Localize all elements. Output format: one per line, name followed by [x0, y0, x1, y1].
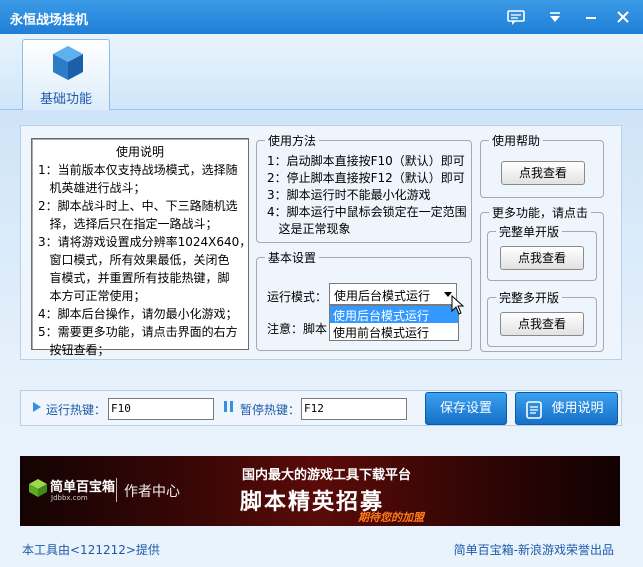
manual-label: 使用说明	[551, 401, 604, 416]
dropdown-menu-icon[interactable]	[544, 7, 566, 27]
banner-author-center: 作者中心	[124, 484, 180, 500]
box-logo-icon	[28, 478, 48, 498]
mouse-cursor-icon	[451, 294, 465, 315]
full-multi-title: 完整多开版	[496, 289, 563, 306]
help-line: 机英雄进行战斗；	[38, 181, 146, 195]
banner-logo-url: Jdbbx.com	[51, 494, 88, 502]
run-mode-option-foreground[interactable]: 使用前台模式运行	[330, 323, 458, 340]
save-settings-label: 保存设置	[439, 401, 492, 416]
tab-basic-functions[interactable]: 基础功能	[22, 39, 110, 111]
basic-settings-group: 基本设置 运行模式： 使用后台模式运行 注意：脚本 使用后台模式运行 使用前台模…	[256, 249, 472, 351]
run-mode-label: 运行模式：	[267, 290, 328, 304]
basic-settings-title: 基本设置	[265, 249, 320, 266]
help-line: 5：需要更多功能，请点击界面的右方	[38, 325, 238, 339]
pause-hotkey-input[interactable]: F12	[301, 398, 407, 420]
run-mode-option-background[interactable]: 使用后台模式运行	[330, 306, 458, 323]
settings-panel: 使用说明 1：当前版本仅支持战场模式，选择随 机英雄进行战斗； 2：脚本战斗时上…	[20, 125, 622, 360]
close-icon[interactable]	[612, 7, 634, 27]
help-line: 2：脚本战斗时上、中、下三路随机选	[38, 199, 238, 213]
full-single-group: 完整单开版 点我查看	[487, 223, 597, 281]
banner-divider	[116, 478, 117, 502]
usage-line: 3：脚本运行时不能最小化游戏	[267, 188, 431, 202]
save-settings-button[interactable]: 保存设置	[425, 392, 507, 425]
footer-provider: 本工具由<121212>提供	[22, 543, 160, 557]
run-hotkey-label: 运行热键：	[46, 403, 107, 417]
manual-button[interactable]: 使用说明	[515, 392, 618, 425]
more-features-title: 更多功能，请点击	[489, 204, 592, 221]
help-text-box[interactable]: 使用说明 1：当前版本仅支持战场模式，选择随 机英雄进行战斗； 2：脚本战斗时上…	[31, 138, 252, 357]
help-line: 择，选择后只在指定一路战斗；	[38, 217, 218, 231]
note-label: 注意：脚本	[267, 322, 328, 336]
run-mode-value: 使用后台模式运行	[334, 289, 431, 303]
window-title: 永恒战场挂机	[10, 13, 89, 28]
view-multi-button[interactable]: 点我查看	[500, 312, 584, 336]
help-line: 4：脚本后台操作，请勿最小化游戏；	[38, 307, 238, 321]
full-multi-group: 完整多开版 点我查看	[487, 289, 597, 347]
run-mode-select[interactable]: 使用后台模式运行	[329, 283, 457, 305]
view-help-button[interactable]: 点我查看	[501, 161, 585, 185]
title-bar: 永恒战场挂机	[0, 0, 643, 34]
usage-group: 使用方法 1：启动脚本直接按F10（默认）即可 2：停止脚本直接按F12（默认）…	[256, 132, 472, 243]
more-features-group: 更多功能，请点击 完整单开版 点我查看 完整多开版 点我查看	[480, 204, 604, 352]
message-icon[interactable]	[505, 7, 527, 27]
cube-icon	[51, 44, 85, 82]
usage-line: 这是正常现象	[267, 222, 351, 236]
usage-line: 1：启动脚本直接按F10（默认）即可	[267, 154, 465, 168]
minimize-icon[interactable]	[580, 7, 602, 27]
help-title: 使用说明	[115, 145, 164, 159]
pause-icon	[224, 401, 233, 415]
run-mode-dropdown: 使用后台模式运行 使用前台模式运行	[329, 305, 459, 341]
usage-title: 使用方法	[265, 132, 320, 149]
tab-label: 基础功能	[39, 92, 92, 107]
view-single-button[interactable]: 点我查看	[500, 246, 584, 270]
help-line: 窗口模式，所有效果最低，关闭色	[38, 253, 230, 267]
footer-publisher[interactable]: 简单百宝箱-新浪游戏荣誉出品	[454, 541, 614, 558]
use-help-group: 使用帮助 点我查看	[480, 132, 604, 198]
use-help-title: 使用帮助	[489, 132, 544, 149]
main-area: 使用说明 1：当前版本仅支持战场模式，选择随 机英雄进行战斗； 2：脚本战斗时上…	[0, 110, 643, 567]
usage-line: 4：脚本运行中鼠标会锁定在一定范围	[267, 205, 467, 219]
usage-line: 2：停止脚本直接按F12（默认）即可	[267, 171, 465, 185]
document-icon	[526, 400, 542, 431]
help-line: 本方可正常使用；	[38, 289, 146, 303]
help-line: 盲模式，并重置所有技能热键，脚	[38, 271, 230, 285]
help-line: 1：当前版本仅支持战场模式，选择随	[38, 163, 238, 177]
play-icon	[33, 401, 41, 415]
pause-hotkey-label: 暂停热键：	[240, 403, 301, 417]
full-single-title: 完整单开版	[496, 223, 563, 240]
banner-logo-text: 简单百宝箱	[50, 480, 116, 495]
tab-bar: 基础功能	[0, 34, 643, 111]
help-line: 按钮查看；	[38, 343, 110, 357]
promo-banner[interactable]: 简单百宝箱 Jdbbx.com 作者中心 国内最大的游戏工具下载平台 脚本精英招…	[20, 456, 620, 526]
banner-tagline: 期待您的加盟	[358, 511, 424, 524]
banner-headline: 国内最大的游戏工具下载平台	[242, 468, 412, 483]
run-hotkey-input[interactable]: F10	[108, 398, 214, 420]
help-line: 3：请将游戏设置成分辨率1024X640，	[38, 235, 252, 249]
